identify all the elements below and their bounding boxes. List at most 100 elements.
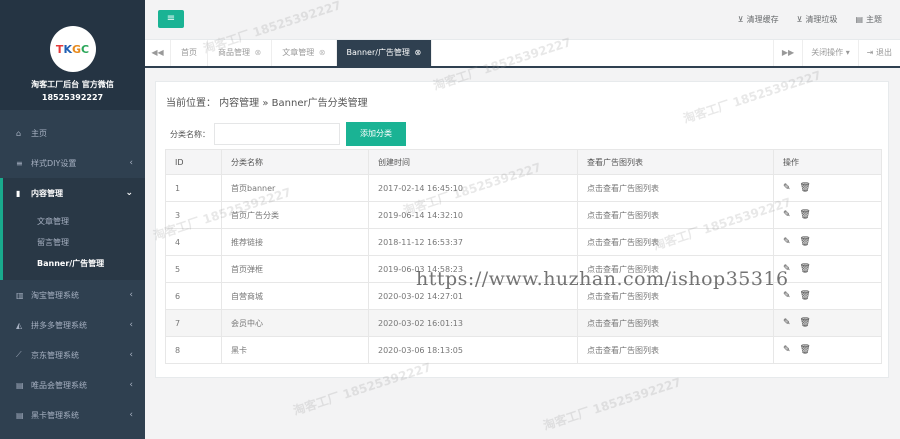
chevron-left-icon: ‹ xyxy=(129,320,133,330)
table-row: 8 黑卡 2020-03-06 18:13:05 点击查看广告图列表 ✎ 🗑 xyxy=(165,336,882,364)
trash-icon[interactable]: 🗑 xyxy=(799,183,813,193)
chevron-left-icon: ‹ xyxy=(129,158,133,168)
edit-icon[interactable]: ✎ xyxy=(783,318,794,328)
caret-down-icon: ▾ xyxy=(845,48,850,57)
table-row: 7 会员中心 2020-03-02 16:01:13 点击查看广告图列表 ✎ 🗑 xyxy=(165,309,882,337)
sidebar-item-label: 淘宝管理系统 xyxy=(31,290,79,300)
view-ads-link[interactable]: 点击查看广告图列表 xyxy=(577,174,774,202)
edit-icon[interactable]: ✎ xyxy=(783,183,794,193)
file-icon: ▮ xyxy=(16,188,21,198)
clear-cache-link[interactable]: ⊻ 清理缓存 xyxy=(738,14,779,25)
close-icon[interactable]: ⊗ xyxy=(414,48,421,57)
clear-trash-link[interactable]: ⊻ 清理垃圾 xyxy=(797,14,838,25)
search-row: 分类名称： 添加分类 xyxy=(170,122,406,146)
sidebar-subitem-message[interactable]: 留言管理 xyxy=(3,232,145,253)
sidebar-item-content[interactable]: ▮ 内容管理 ⌄ xyxy=(0,178,145,208)
column-header-name: 分类名称 xyxy=(221,149,369,175)
cell-actions: ✎ 🗑 xyxy=(773,309,882,337)
view-ads-link[interactable]: 点击查看广告图列表 xyxy=(577,228,774,256)
exit-button[interactable]: ⇥ 退出 xyxy=(857,40,900,66)
cell-time: 2019-06-14 14:32:10 xyxy=(368,201,578,229)
bar-chart-icon: ▤ xyxy=(16,380,24,390)
cell-id: 4 xyxy=(165,228,222,256)
sidebar-subitem-article[interactable]: 文章管理 xyxy=(3,211,145,232)
column-header-link: 查看广告图列表 xyxy=(577,149,774,175)
sidebar-item-label: 样式DIY设置 xyxy=(31,158,77,168)
table-row: 1 首页banner 2017-02-14 16:45:10 点击查看广告图列表… xyxy=(165,174,882,202)
sidebar-subitem-banner[interactable]: Banner/广告管理 xyxy=(3,253,145,274)
view-ads-link[interactable]: 点击查看广告图列表 xyxy=(577,309,774,337)
brand-name: 淘客工厂后台 官方微信 xyxy=(31,80,114,89)
category-name-input[interactable] xyxy=(214,123,340,145)
chevron-left-icon: ‹ xyxy=(129,380,133,390)
view-ads-link[interactable]: 点击查看广告图列表 xyxy=(577,201,774,229)
search-label: 分类名称： xyxy=(170,129,210,139)
tab-home[interactable]: 首页 xyxy=(171,40,208,66)
tab-article[interactable]: 文章管理 ⊗ xyxy=(272,40,337,66)
sidebar-item-label: 黑卡管理系统 xyxy=(31,410,79,420)
sidebar-item-label: 唯品会管理系统 xyxy=(31,380,87,390)
cart-icon: ⊻ xyxy=(737,15,744,24)
cell-id: 7 xyxy=(165,309,222,337)
chevron-left-icon: ‹ xyxy=(129,350,133,360)
cell-name: 会员中心 xyxy=(221,309,369,337)
edit-icon[interactable]: ✎ xyxy=(783,345,794,355)
line-chart-icon: ⟋ xyxy=(16,350,22,359)
theme-icon: ▤ xyxy=(855,15,863,24)
tab-scroll-left-button[interactable]: ◀◀ xyxy=(145,40,171,66)
trash-icon[interactable]: 🗑 xyxy=(799,264,813,274)
close-icon[interactable]: ⊗ xyxy=(255,48,262,57)
edit-icon[interactable]: ✎ xyxy=(783,291,794,301)
sidebar-item-pinduoduo[interactable]: ◭ 拼多多管理系统 ‹ xyxy=(0,310,145,340)
sidebar-item-blackcard[interactable]: ▤ 黑卡管理系统 ‹ xyxy=(0,400,145,430)
brand-phone: 18525392227 xyxy=(41,93,104,102)
cell-name: 首页弹框 xyxy=(221,255,369,283)
tabs: 首页 商品管理 ⊗ 文章管理 ⊗ Banner/广告管理 ⊗ xyxy=(171,40,433,66)
sidebar-item-diy[interactable]: ≡ 样式DIY设置 ‹ xyxy=(0,148,145,178)
edit-icon[interactable]: ✎ xyxy=(783,237,794,247)
sidebar-item-taobao[interactable]: ▥ 淘宝管理系统 ‹ xyxy=(0,280,145,310)
tab-banner[interactable]: Banner/广告管理 ⊗ xyxy=(336,40,433,66)
cell-name: 首页广告分类 xyxy=(221,201,369,229)
cell-actions: ✎ 🗑 xyxy=(773,255,882,283)
cell-id: 3 xyxy=(165,201,222,229)
trash-icon[interactable]: 🗑 xyxy=(799,345,813,355)
cell-name: 黑卡 xyxy=(221,336,369,364)
tab-goods[interactable]: 商品管理 ⊗ xyxy=(208,40,273,66)
chart-icon: ▥ xyxy=(16,290,24,300)
trash-icon[interactable]: 🗑 xyxy=(799,237,813,247)
tab-actions: ▶▶ 关闭操作 ▾ ⇥ 退出 xyxy=(772,40,900,66)
chevron-left-icon: ‹ xyxy=(129,290,133,300)
logo: TKGC xyxy=(49,26,96,72)
tab-scroll-right-button[interactable]: ▶▶ xyxy=(772,40,802,66)
sidebar-item-label: 内容管理 xyxy=(31,188,63,198)
cell-time: 2020-03-06 18:13:05 xyxy=(368,336,578,364)
menu-toggle-button[interactable]: ≡ xyxy=(158,10,184,28)
backward-icon: ◀◀ xyxy=(151,48,164,57)
close-icon[interactable]: ⊗ xyxy=(319,48,326,57)
trash-icon[interactable]: 🗑 xyxy=(799,318,813,328)
trash-icon[interactable]: 🗑 xyxy=(799,291,813,301)
cell-name: 推荐链接 xyxy=(221,228,369,256)
sidebar-item-label: 京东管理系统 xyxy=(31,350,79,360)
chevron-left-icon: ‹ xyxy=(129,410,133,420)
category-table: ID 分类名称 创建时间 查看广告图列表 操作 1 首页banner 2017-… xyxy=(165,149,882,364)
edit-icon[interactable]: ✎ xyxy=(783,210,794,220)
close-ops-dropdown[interactable]: 关闭操作 ▾ xyxy=(802,40,858,66)
column-header-id: ID xyxy=(165,149,222,175)
sign-out-icon: ⇥ xyxy=(866,48,874,57)
view-ads-link[interactable]: 点击查看广告图列表 xyxy=(577,336,774,364)
cell-name: 首页banner xyxy=(221,174,369,202)
bar-chart-icon: ▤ xyxy=(16,410,24,420)
sidebar-item-home[interactable]: ⌂ 主页 xyxy=(0,118,145,148)
home-icon: ⌂ xyxy=(16,128,22,138)
sidebar-item-vip[interactable]: ▤ 唯品会管理系统 ‹ xyxy=(0,370,145,400)
trash-icon[interactable]: 🗑 xyxy=(799,210,813,220)
theme-link[interactable]: ▤ 主题 xyxy=(855,14,882,25)
sidebar-item-label: 主页 xyxy=(31,128,47,138)
sidebar-item-jd[interactable]: ⟋ 京东管理系统 ‹ xyxy=(0,340,145,370)
content-panel: 当前位置： 内容管理 » Banner广告分类管理 分类名称： 添加分类 ID … xyxy=(155,81,889,378)
cell-id: 5 xyxy=(165,255,222,283)
add-category-button[interactable]: 添加分类 xyxy=(346,122,406,146)
area-chart-icon: ◭ xyxy=(16,320,23,330)
